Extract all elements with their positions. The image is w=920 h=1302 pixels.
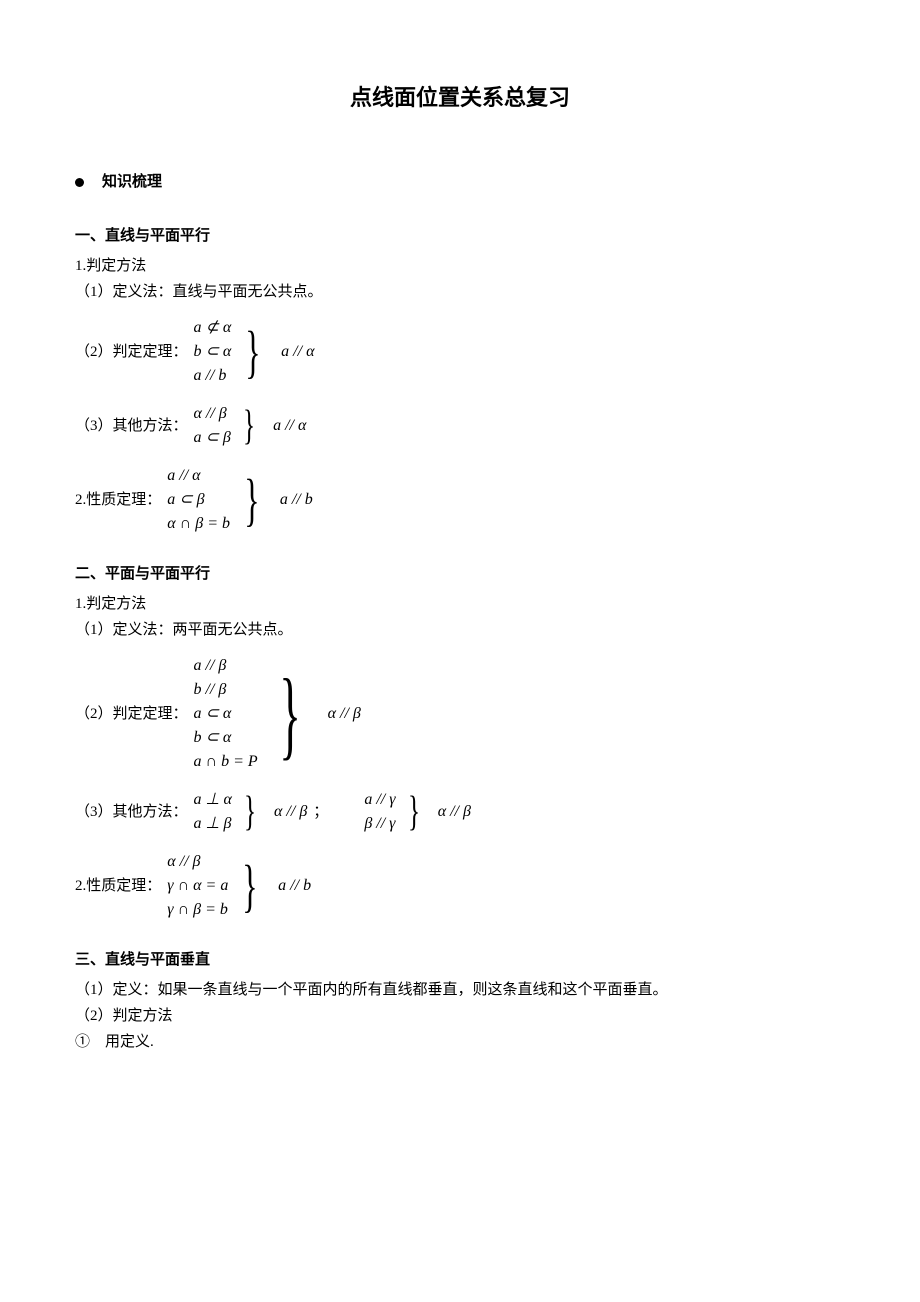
- sec3-p1: （1）定义：如果一条直线与一个平面内的所有直线都垂直，则这条直线和这个平面垂直。: [75, 978, 845, 1002]
- premise-stack: a // β b // β a ⊂ α b ⊂ α a ∩ b = P: [194, 654, 262, 774]
- right-brace-icon: }: [244, 471, 259, 529]
- premise: a // β: [194, 654, 258, 678]
- sec1-other-3: （3）其他方法： α // β a ⊂ β } a // α: [75, 402, 845, 450]
- sec2-theorem-2: （2）判定定理： a // β b // β a ⊂ α b ⊂ α a ∩ b…: [75, 654, 845, 774]
- section-3-heading: 三、直线与平面垂直: [75, 948, 845, 972]
- premise: a ⊂ β: [194, 426, 231, 450]
- premise-stack: a // α a ⊂ β α ∩ β = b: [167, 464, 234, 536]
- section-1-heading: 一、直线与平面平行: [75, 224, 845, 248]
- premise: α // β: [167, 850, 228, 874]
- premise-stack: α // β a ⊂ β: [194, 402, 235, 450]
- knowledge-header: 知识梳理: [75, 170, 845, 194]
- conclusion: a // α: [273, 413, 306, 439]
- premise: α ∩ β = b: [167, 512, 230, 536]
- conclusion: a // b: [278, 873, 311, 899]
- premise: b // β: [194, 678, 258, 702]
- sec1-p2-label: 2.性质定理：: [75, 488, 161, 512]
- conclusion: a // b: [280, 487, 313, 513]
- sec1-p1-1: （1）定义法：直线与平面无公共点。: [75, 280, 845, 304]
- premise: a // γ: [364, 788, 395, 812]
- sec3-p3: ① 用定义.: [75, 1030, 845, 1054]
- conclusion: α // β: [328, 701, 361, 727]
- sec1-p1-3-label: （3）其他方法：: [75, 414, 188, 438]
- premise: b ⊂ α: [194, 726, 258, 750]
- sec2-p1: 1.判定方法: [75, 592, 845, 616]
- conclusion: α // β: [274, 799, 307, 825]
- sec2-p1-2-label: （2）判定定理：: [75, 702, 188, 726]
- sec2-p2-label: 2.性质定理：: [75, 874, 161, 898]
- sec1-p1-2-label: （2）判定定理：: [75, 340, 188, 364]
- premise: b ⊂ α: [194, 340, 232, 364]
- premise: γ ∩ β = b: [167, 898, 228, 922]
- premise-stack: a // γ β // γ: [364, 788, 399, 836]
- right-brace-icon: }: [246, 323, 261, 381]
- separator: ；: [313, 800, 328, 824]
- knowledge-label: 知识梳理: [102, 170, 162, 194]
- conclusion: a // α: [281, 339, 314, 365]
- premise: a // b: [194, 364, 232, 388]
- premise: a ⊥ α: [194, 788, 232, 812]
- page-title: 点线面位置关系总复习: [75, 80, 845, 115]
- sec3-p2: （2）判定方法: [75, 1004, 845, 1028]
- premise: a ∩ b = P: [194, 750, 258, 774]
- right-brace-icon: }: [243, 405, 255, 447]
- premise: a ⊂ β: [167, 488, 230, 512]
- premise: a ⊥ β: [194, 812, 232, 836]
- sec2-p1-3-label: （3）其他方法：: [75, 800, 188, 824]
- premise-stack: a ⊄ α b ⊂ α a // b: [194, 316, 236, 388]
- right-brace-icon: }: [279, 664, 301, 764]
- premise-stack: a ⊥ α a ⊥ β: [194, 788, 236, 836]
- premise: γ ∩ α = a: [167, 874, 228, 898]
- right-brace-icon: }: [244, 791, 256, 833]
- sec1-theorem-2: （2）判定定理： a ⊄ α b ⊂ α a // b } a // α: [75, 316, 845, 388]
- bullet-icon: [75, 178, 84, 187]
- premise: a ⊄ α: [194, 316, 232, 340]
- conclusion: α // β: [438, 799, 471, 825]
- premise-stack: α // β γ ∩ α = a γ ∩ β = b: [167, 850, 232, 922]
- sec1-p1: 1.判定方法: [75, 254, 845, 278]
- premise: α // β: [194, 402, 231, 426]
- premise: β // γ: [364, 812, 395, 836]
- sec2-property: 2.性质定理： α // β γ ∩ α = a γ ∩ β = b } a /…: [75, 850, 845, 922]
- premise: a // α: [167, 464, 230, 488]
- sec1-property: 2.性质定理： a // α a ⊂ β α ∩ β = b } a // b: [75, 464, 845, 536]
- sec2-p1-1: （1）定义法：两平面无公共点。: [75, 618, 845, 642]
- section-2-heading: 二、平面与平面平行: [75, 562, 845, 586]
- right-brace-icon: }: [408, 791, 420, 833]
- right-brace-icon: }: [243, 857, 258, 915]
- sec2-other-3: （3）其他方法： a ⊥ α a ⊥ β } α // β ； a // γ β…: [75, 788, 845, 836]
- premise: a ⊂ α: [194, 702, 258, 726]
